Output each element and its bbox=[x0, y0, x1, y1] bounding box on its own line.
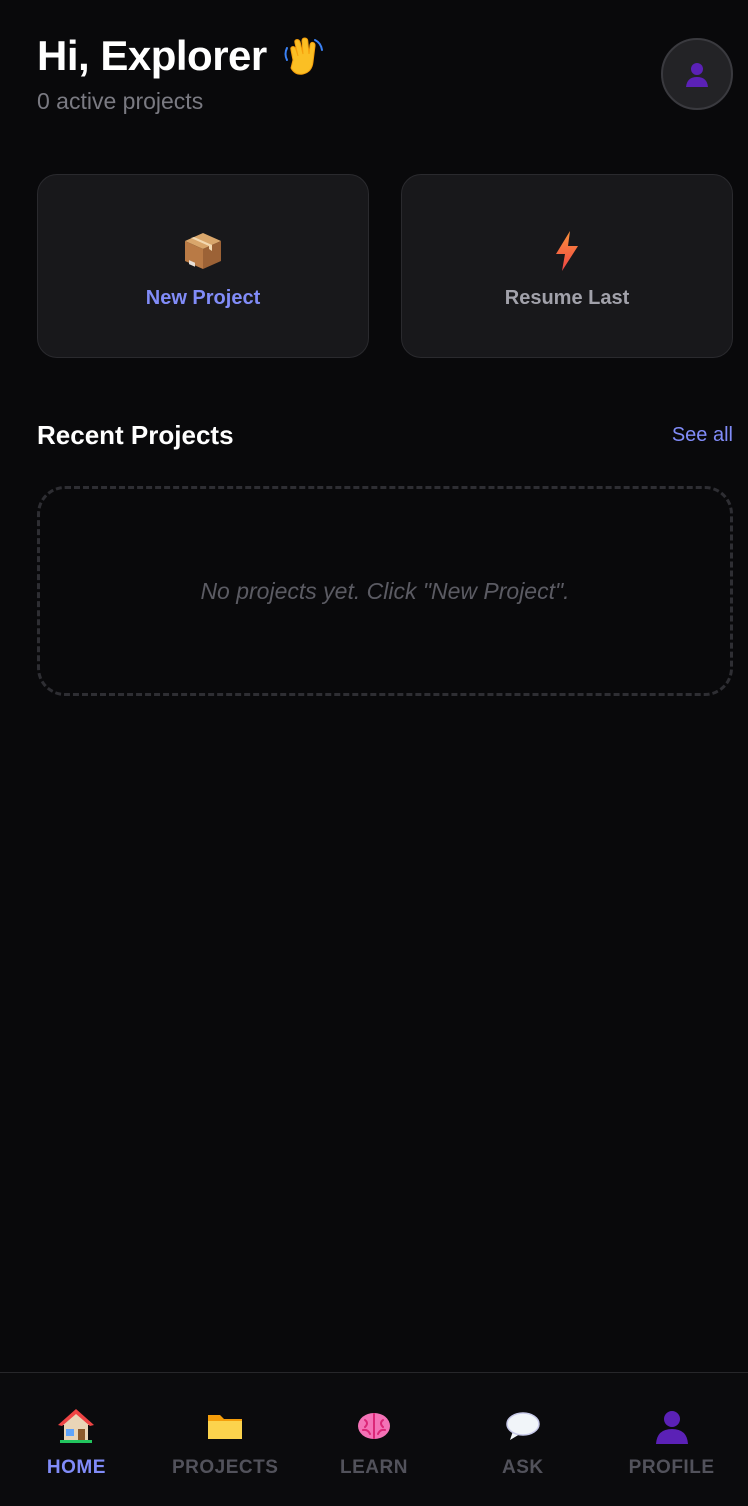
nav-item-ask[interactable]: ASK bbox=[448, 1373, 597, 1479]
new-project-label: New Project bbox=[145, 286, 261, 309]
see-all-link[interactable]: See all bbox=[672, 424, 733, 447]
resume-last-button[interactable]: Resume Last bbox=[401, 174, 733, 358]
bottom-navigation: HOME PROJECTS LEARN ASK PROFILE bbox=[0, 1372, 748, 1506]
quick-actions: New Project Resume Last bbox=[37, 174, 733, 360]
header: Hi, Explorer 0 active projects bbox=[37, 30, 733, 120]
new-project-button[interactable]: New Project bbox=[37, 174, 369, 358]
resume-last-label: Resume Last bbox=[504, 286, 630, 309]
person-icon bbox=[653, 1407, 691, 1445]
recent-projects-empty-state: No projects yet. Click "New Project". bbox=[37, 486, 733, 696]
greeting: Hi, Explorer bbox=[37, 30, 325, 82]
active-projects-count: 0 active projects bbox=[37, 88, 204, 114]
speech-bubble-icon bbox=[504, 1407, 542, 1445]
nav-item-home[interactable]: HOME bbox=[2, 1373, 151, 1479]
brain-icon bbox=[355, 1407, 393, 1445]
recent-projects-header: Recent Projects See all bbox=[37, 418, 733, 458]
package-box-icon bbox=[181, 229, 225, 273]
person-silhouette-icon bbox=[686, 63, 708, 87]
avatar[interactable] bbox=[661, 38, 733, 110]
waving-hand-icon bbox=[281, 34, 325, 78]
nav-label-projects: PROJECTS bbox=[171, 1457, 279, 1478]
nav-label-home: HOME bbox=[46, 1457, 106, 1478]
folder-icon bbox=[206, 1407, 244, 1445]
house-icon bbox=[57, 1407, 95, 1445]
nav-label-profile: PROFILE bbox=[628, 1457, 715, 1478]
recent-projects-title: Recent Projects bbox=[37, 420, 234, 450]
lightning-bolt-icon bbox=[545, 229, 589, 273]
nav-item-learn[interactable]: LEARN bbox=[300, 1373, 449, 1479]
nav-item-projects[interactable]: PROJECTS bbox=[151, 1373, 300, 1479]
greeting-text: Hi, Explorer bbox=[37, 32, 267, 79]
nav-label-learn: LEARN bbox=[340, 1457, 408, 1478]
empty-state-message: No projects yet. Click "New Project". bbox=[200, 577, 570, 604]
nav-label-ask: ASK bbox=[501, 1457, 544, 1478]
nav-item-profile[interactable]: PROFILE bbox=[597, 1373, 746, 1479]
